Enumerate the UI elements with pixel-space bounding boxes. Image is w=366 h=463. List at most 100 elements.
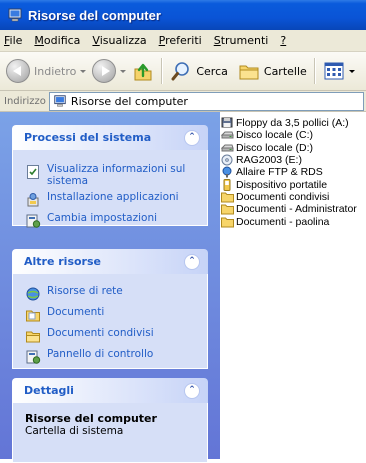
list-item[interactable]: Floppy da 3,5 pollici (A:)	[221, 117, 366, 129]
details-section: Dettagli ⌃ Risorse del computer Cartella…	[12, 378, 208, 463]
system-tasks-body: Visualizza informazioni sul sistema Inst…	[12, 150, 208, 229]
cd-drive-icon	[221, 154, 234, 166]
list-item-label: Allaire FTP & RDS	[236, 166, 323, 179]
link-shared-documents-label: Documenti condivisi	[47, 327, 154, 339]
hard-drive-icon	[221, 142, 234, 154]
computer-icon	[7, 7, 23, 23]
list-item[interactable]: Disco locale (C:)	[221, 129, 366, 141]
search-button[interactable]: Cerca	[167, 56, 231, 86]
menu-bar: File Modifica Visualizza Preferiti Strum…	[0, 30, 366, 52]
menu-visualizza[interactable]: Visualizza	[86, 34, 152, 47]
shared-folder-icon	[25, 328, 41, 344]
toolbar-separator	[313, 58, 316, 84]
folders-label: Cartelle	[263, 64, 307, 78]
menu-strumenti[interactable]: Strumenti	[208, 34, 275, 47]
details-title: Dettagli	[24, 384, 74, 397]
link-documents[interactable]: Documenti	[25, 306, 199, 323]
list-item-label: Documenti condivisi	[236, 190, 330, 203]
other-places-header[interactable]: Altre risorse ⌃	[12, 249, 208, 274]
link-control-panel[interactable]: Pannello di controllo	[25, 348, 199, 365]
menu-preferiti[interactable]: Preferiti	[153, 34, 208, 47]
folder-icon	[221, 191, 234, 203]
link-change-settings[interactable]: Cambia impostazioni	[25, 212, 199, 229]
list-item[interactable]: Documenti - paolina	[221, 215, 366, 228]
toolbar-separator	[161, 58, 164, 84]
chevron-down-icon	[348, 69, 355, 73]
other-places-title: Altre risorse	[24, 255, 101, 268]
link-control-panel-label: Pannello di controllo	[47, 348, 154, 360]
collapse-icon[interactable]: ⌃	[184, 382, 200, 399]
forward-button[interactable]	[89, 56, 129, 86]
up-folder-icon	[132, 60, 154, 82]
link-documents-label: Documenti	[47, 306, 105, 318]
system-tasks-section: Processi del sistema ⌃ Visualizza inform…	[12, 125, 208, 229]
system-info-icon	[25, 164, 41, 180]
list-item-label: Disco locale (D:)	[236, 141, 314, 154]
network-icon	[25, 286, 41, 302]
list-item-label: Floppy da 3,5 pollici (A:)	[236, 117, 349, 130]
views-icon	[323, 60, 345, 82]
details-header[interactable]: Dettagli ⌃	[12, 378, 208, 403]
forward-arrow-icon	[92, 59, 117, 83]
computer-icon	[53, 94, 67, 108]
list-item[interactable]: RAG2003 (E:)	[221, 154, 366, 166]
ftp-icon	[221, 166, 234, 178]
list-item-label: Documenti - Administrator	[236, 203, 357, 216]
address-field[interactable]: Risorse del computer	[48, 91, 364, 111]
link-add-remove-programs[interactable]: Installazione applicazioni	[25, 191, 199, 208]
search-icon	[170, 60, 192, 82]
list-item[interactable]: Disco locale (D:)	[221, 142, 366, 154]
other-places-section: Altre risorse ⌃ Risorse di rete Document…	[12, 249, 208, 369]
title-bar[interactable]: Risorse del computer	[0, 0, 366, 30]
content-pane: Floppy da 3,5 pollici (A:) Disco locale …	[220, 112, 366, 459]
folder-icon	[221, 203, 234, 215]
other-places-body: Risorse di rete Documenti Documenti cond…	[12, 274, 208, 369]
chevron-down-icon	[120, 69, 127, 73]
menu-help[interactable]: ?	[274, 34, 292, 47]
toolbar: Indietro Cerca Cartelle	[0, 52, 366, 91]
list-item-label: Dispositivo portatile	[236, 178, 328, 191]
floppy-icon	[221, 117, 234, 129]
views-button[interactable]	[320, 56, 358, 86]
system-tasks-header[interactable]: Processi del sistema ⌃	[12, 125, 208, 150]
menu-modifica[interactable]: Modifica	[28, 34, 86, 47]
link-system-info-label: Visualizza informazioni sul sistema	[47, 163, 186, 187]
folders-icon	[238, 60, 260, 82]
link-network-label: Risorse di rete	[47, 285, 123, 297]
address-value: Risorse del computer	[70, 94, 188, 108]
link-system-info[interactable]: Visualizza informazioni sul sistema	[25, 163, 199, 187]
details-name: Risorse del computer	[25, 412, 157, 425]
system-tasks-title: Processi del sistema	[24, 131, 152, 144]
address-bar: Indirizzo Risorse del computer	[0, 91, 366, 112]
list-item[interactable]: Dispositivo portatile	[221, 178, 366, 191]
search-label: Cerca	[196, 64, 228, 78]
up-folder-button[interactable]	[129, 56, 157, 86]
link-add-remove-programs-label: Installazione applicazioni	[47, 191, 179, 203]
portable-device-icon	[221, 178, 234, 191]
list-item[interactable]: Documenti - Administrator	[221, 203, 366, 215]
list-item[interactable]: Documenti condivisi	[221, 191, 366, 203]
back-label: Indietro	[34, 64, 77, 78]
details-body: Risorse del computer Cartella di sistema	[12, 403, 208, 463]
list-item-label: RAG2003 (E:)	[236, 154, 302, 167]
window-title: Risorse del computer	[28, 7, 161, 23]
address-label: Indirizzo	[4, 95, 46, 107]
back-button[interactable]: Indietro	[3, 56, 89, 86]
folders-button[interactable]: Cartelle	[235, 56, 310, 86]
collapse-icon[interactable]: ⌃	[184, 129, 200, 146]
hard-drive-icon	[221, 129, 234, 141]
link-change-settings-label: Cambia impostazioni	[47, 212, 158, 224]
task-pane: Processi del sistema ⌃ Visualizza inform…	[0, 112, 220, 463]
list-item-label: Documenti - paolina	[236, 215, 330, 228]
documents-folder-icon	[25, 307, 41, 323]
collapse-icon[interactable]: ⌃	[184, 253, 200, 270]
details-type: Cartella di sistema	[25, 425, 124, 437]
link-network[interactable]: Risorse di rete	[25, 285, 199, 302]
link-shared-documents[interactable]: Documenti condivisi	[25, 327, 199, 344]
control-panel-icon	[25, 213, 41, 229]
list-item[interactable]: Allaire FTP & RDS	[221, 166, 366, 178]
list-item-label: Disco locale (C:)	[236, 129, 314, 142]
back-arrow-icon	[6, 59, 30, 83]
control-panel-icon	[25, 349, 41, 365]
menu-file[interactable]: File	[0, 34, 28, 47]
